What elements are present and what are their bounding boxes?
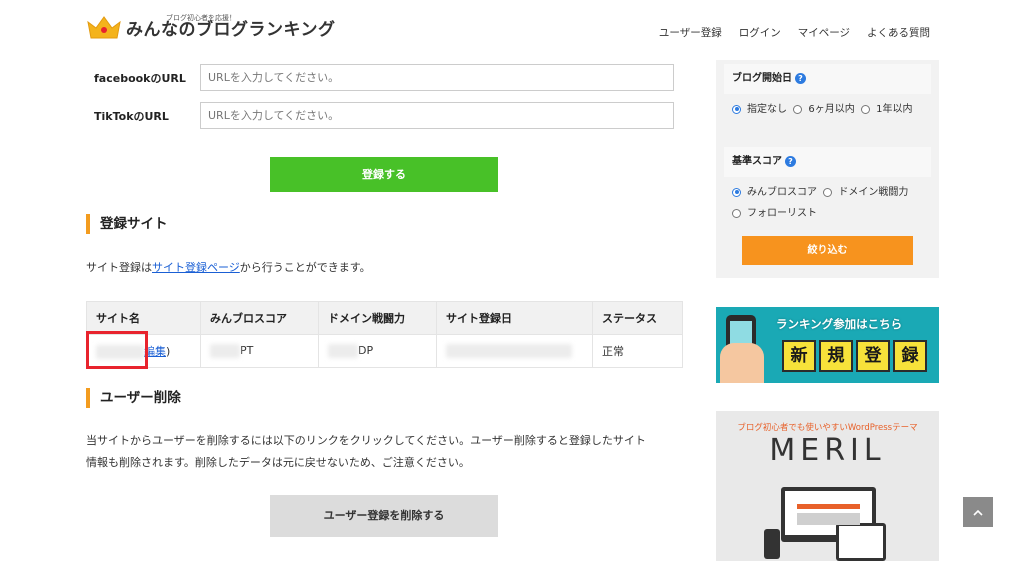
site-logo[interactable]: ブログ初心者を応援！ みんなのブログランキング xyxy=(86,14,336,40)
desc-text-after: から行うことができます。 xyxy=(239,261,371,274)
banner-tiles: 新 規 登 録 xyxy=(782,340,927,372)
banner-headline: ランキング参加はこちら xyxy=(776,317,903,331)
banner-tile: 録 xyxy=(893,340,927,372)
site-header: ブログ初心者を応援！ みんなのブログランキング ユーザー登録 ログイン マイペー… xyxy=(0,0,1024,60)
logo-name: みんなのブログランキング xyxy=(126,20,336,40)
nav-mypage[interactable]: マイページ xyxy=(798,25,850,40)
radio-icon xyxy=(793,104,803,114)
user-delete-desc: 当サイトからユーザーを削除するには以下のリンクをクリックしてください。ユーザー削… xyxy=(86,430,646,474)
radio-icon xyxy=(861,104,871,114)
chevron-up-icon xyxy=(973,509,983,516)
blurred-score xyxy=(210,344,240,358)
edit-close-paren: ) xyxy=(166,345,171,358)
user-delete-heading: ユーザー削除 xyxy=(86,388,181,408)
nav-user-register[interactable]: ユーザー登録 xyxy=(659,25,722,40)
desc-text-before: サイト登録は xyxy=(86,261,152,274)
blog-start-title: ブログ開始日 xyxy=(732,73,792,84)
col-score: みんブロスコア xyxy=(200,301,319,335)
table-row: 編集) PT DP 正常 xyxy=(86,334,683,368)
option-label: 6ヶ月以内 xyxy=(808,104,855,115)
banner-tile: 登 xyxy=(856,340,890,372)
cell-site-name: 編集) xyxy=(86,334,201,368)
registered-sites-heading: 登録サイト xyxy=(86,214,168,234)
logo-tagline: ブログ初心者を応援！ xyxy=(166,14,236,22)
user-delete-desc-line1: 当サイトからユーザーを削除するには以下のリンクをクリックしてください。ユーザー削… xyxy=(86,434,646,447)
registered-sites-desc: サイト登録はサイト登録ページから行うことができます。 xyxy=(86,257,371,279)
base-score-heading: 基準スコア? xyxy=(724,147,931,177)
radio-checked-icon xyxy=(732,104,741,114)
radio-1-year[interactable]: 1年以内 xyxy=(861,104,912,115)
facebook-row: facebookのURL xyxy=(94,64,674,91)
register-button[interactable]: 登録する xyxy=(270,157,498,192)
col-register-date: サイト登録日 xyxy=(436,301,593,335)
radio-icon xyxy=(823,187,833,197)
nav-login[interactable]: ログイン xyxy=(739,25,781,40)
registered-sites-table: サイト名 みんブロスコア ドメイン戦闘力 サイト登録日 ステータス 編集) PT… xyxy=(86,301,683,368)
main-nav: ユーザー登録 ログイン マイページ よくある質問 xyxy=(659,25,930,40)
cell-register-date xyxy=(436,334,593,368)
radio-icon xyxy=(732,208,741,218)
banner-tile: 新 xyxy=(782,340,816,372)
cell-score: PT xyxy=(200,334,319,368)
option-label: 1年以内 xyxy=(876,104,913,115)
blurred-register-date xyxy=(446,344,572,358)
facebook-label: facebookのURL xyxy=(94,71,186,85)
nav-faq[interactable]: よくある質問 xyxy=(867,25,930,40)
tiktok-url-input[interactable] xyxy=(200,102,674,129)
hand-icon xyxy=(720,343,764,383)
tiktok-row: TikTokのURL xyxy=(94,102,674,129)
monitor-content-block xyxy=(797,513,860,525)
radio-follow-list[interactable]: フォローリスト xyxy=(732,208,817,219)
new-registration-banner[interactable]: ランキング参加はこちら 新 規 登 録 xyxy=(716,307,939,383)
delete-user-button[interactable]: ユーザー登録を削除する xyxy=(270,495,498,537)
option-label: 指定なし xyxy=(747,104,787,115)
monitor-header-bar xyxy=(797,504,860,509)
user-delete-desc-line2: 情報も削除されます。削除したデータは元に戻せないため、ご注意ください。 xyxy=(86,456,470,469)
tablet-icon xyxy=(836,523,886,561)
blurred-domain-power xyxy=(328,344,358,358)
score-unit: PT xyxy=(240,344,254,357)
table-header-row: サイト名 みんブロスコア ドメイン戦闘力 サイト登録日 ステータス xyxy=(86,301,683,335)
radio-no-limit[interactable]: 指定なし xyxy=(732,104,787,115)
option-label: みんブロスコア xyxy=(747,187,817,198)
crown-icon xyxy=(86,14,122,40)
domain-unit: DP xyxy=(358,344,374,357)
help-icon[interactable]: ? xyxy=(795,72,806,84)
tiktok-label: TikTokのURL xyxy=(94,109,169,123)
meril-subtitle: ブログ初心者でも使いやすいWordPressテーマ xyxy=(737,423,918,433)
option-label: ドメイン戦闘力 xyxy=(838,187,909,198)
blurred-site-name xyxy=(96,345,144,359)
blog-start-heading: ブログ開始日? xyxy=(724,64,931,94)
facebook-url-input[interactable] xyxy=(200,64,674,91)
meril-title: MERIL xyxy=(769,433,886,468)
base-score-title: 基準スコア xyxy=(732,156,782,167)
meril-theme-banner[interactable]: ブログ初心者でも使いやすいWordPressテーマ MERIL xyxy=(716,411,939,561)
filter-button[interactable]: 絞り込む xyxy=(742,236,913,265)
cell-status: 正常 xyxy=(592,334,683,368)
radio-minburo-score[interactable]: みんブロスコア xyxy=(732,187,817,198)
banner-tile: 規 xyxy=(819,340,853,372)
col-site-name: サイト名 xyxy=(86,301,201,335)
col-status: ステータス xyxy=(592,301,683,335)
radio-checked-icon xyxy=(732,187,741,197)
site-register-page-link[interactable]: サイト登録ページ xyxy=(152,261,240,274)
radio-domain-power[interactable]: ドメイン戦闘力 xyxy=(823,187,908,198)
col-domain-power: ドメイン戦闘力 xyxy=(318,301,437,335)
radio-6-months[interactable]: 6ヶ月以内 xyxy=(793,104,855,115)
help-icon[interactable]: ? xyxy=(785,155,796,167)
scroll-top-button[interactable] xyxy=(963,497,993,527)
blog-start-options: 指定なし 6ヶ月以内 1年以内 xyxy=(732,99,928,120)
base-score-options: みんブロスコア ドメイン戦闘力 フォローリスト xyxy=(732,182,928,224)
edit-link[interactable]: 編集 xyxy=(144,345,166,358)
smartphone-icon xyxy=(764,529,780,559)
cell-domain-power: DP xyxy=(318,334,437,368)
option-label: フォローリスト xyxy=(747,208,817,219)
